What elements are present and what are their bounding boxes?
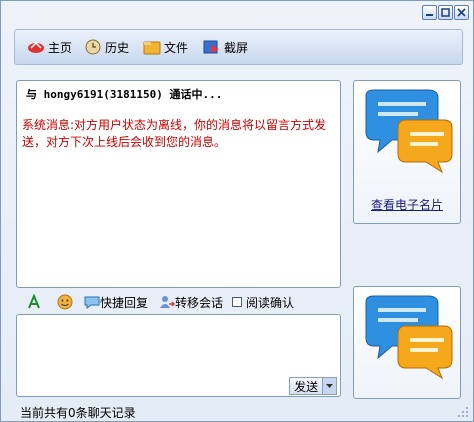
- toolbar: 主页 历史 文件 截屏: [14, 29, 463, 65]
- transfer-icon: [160, 296, 175, 308]
- chevron-down-icon: [326, 384, 334, 388]
- chat-history-panel[interactable]: 与 hongy6191(3181150) 通话中... 系统消息:对方用户状态为…: [16, 80, 341, 288]
- emoticon-button[interactable]: [57, 293, 73, 311]
- view-card-link[interactable]: 查看电子名片: [354, 196, 460, 213]
- chat-bubbles-icon: [365, 295, 453, 380]
- toolbar-file-label: 文件: [164, 40, 189, 55]
- toolbar-screenshot-button[interactable]: 截屏: [203, 38, 248, 56]
- send-button[interactable]: 发送: [289, 377, 337, 395]
- toolbar-screenshot-label: 截屏: [224, 40, 249, 55]
- status-bar-text: 当前共有0条聊天记录: [20, 406, 136, 420]
- font-button[interactable]: [27, 293, 41, 311]
- input-toolbar: 快捷回复 转移会话 阅读确认: [27, 293, 347, 311]
- toolbar-home-button[interactable]: 主页: [27, 38, 72, 56]
- transfer-session-button[interactable]: 转移会话: [159, 293, 223, 311]
- resize-grip-icon[interactable]: [457, 406, 469, 418]
- folder-icon: [143, 41, 161, 55]
- toolbar-history-label: 历史: [105, 40, 130, 55]
- minimize-button[interactable]: [422, 5, 437, 20]
- contact-avatar-panel: [353, 286, 461, 399]
- read-receipt-label: 阅读确认: [246, 295, 295, 310]
- toolbar-home-label: 主页: [48, 40, 73, 55]
- send-label: 发送: [294, 379, 319, 394]
- title-bar: [1, 1, 473, 23]
- transfer-session-label: 转移会话: [175, 295, 224, 310]
- read-receipt-checkbox[interactable]: [232, 297, 242, 307]
- quick-reply-label: 快捷回复: [100, 295, 149, 310]
- screenshot-icon: [203, 40, 219, 54]
- contact-card-panel: 查看电子名片: [353, 80, 461, 224]
- toolbar-file-button[interactable]: 文件: [143, 38, 188, 56]
- emoticon-icon: [57, 294, 73, 310]
- chat-header: 与 hongy6191(3181150) 通话中...: [26, 88, 223, 101]
- minimize-icon: [426, 14, 433, 16]
- font-icon: [28, 294, 40, 309]
- toolbar-history-button[interactable]: 历史: [84, 38, 129, 56]
- chat-bubbles-icon: [365, 89, 453, 174]
- quick-reply-button[interactable]: 快捷回复: [84, 293, 148, 311]
- close-button[interactable]: [454, 5, 469, 20]
- home-icon: [28, 41, 44, 53]
- system-message: 系统消息:对方用户状态为离线，你的消息将以留言方式发送，对方下次上线后会收到您的…: [22, 118, 327, 149]
- read-receipt-toggle[interactable]: 阅读确认: [232, 293, 294, 311]
- history-icon: [85, 39, 101, 55]
- quick-reply-icon: [84, 296, 100, 309]
- send-options-dropdown[interactable]: [322, 378, 336, 394]
- maximize-button[interactable]: [438, 5, 453, 20]
- chat-window: 主页 历史 文件 截屏 与 hongy6191(3181150) 通话中... …: [0, 0, 474, 422]
- maximize-icon: [441, 8, 450, 17]
- close-icon: [457, 8, 466, 17]
